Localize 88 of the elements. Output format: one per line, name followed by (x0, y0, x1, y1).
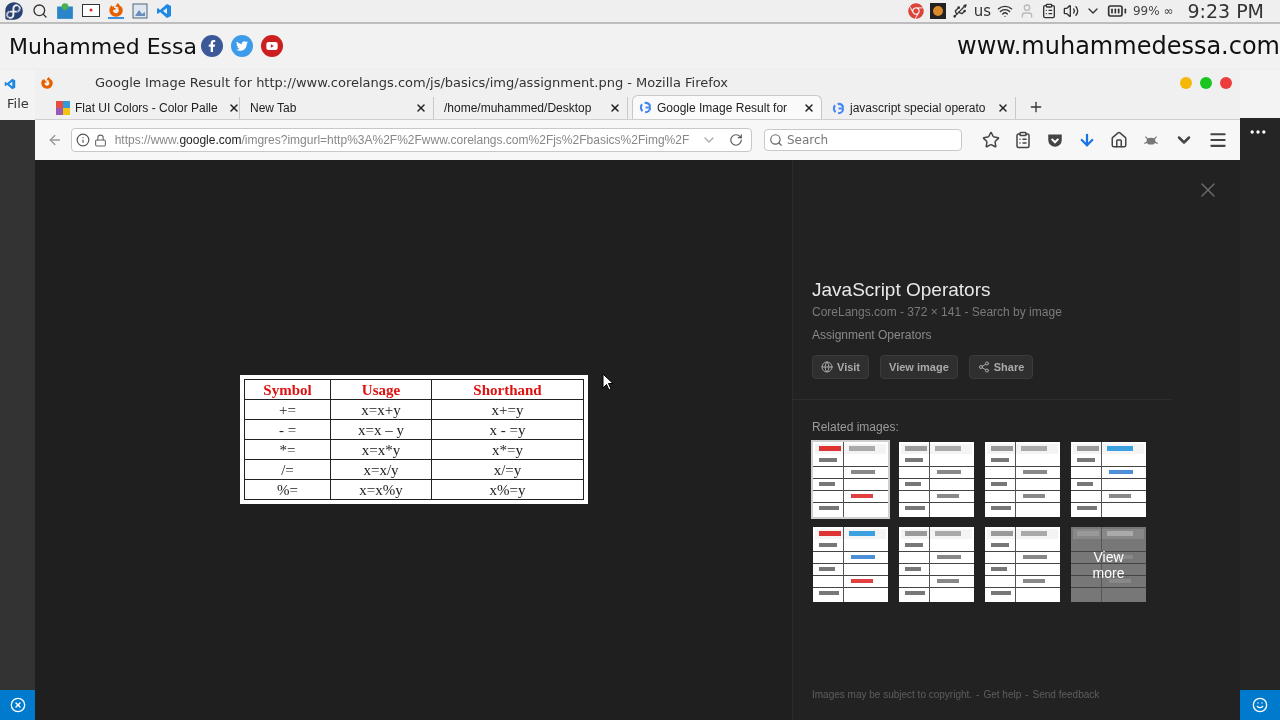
cursor-icon (602, 373, 614, 391)
image-title: JavaScript Operators (812, 278, 992, 302)
google-icon (639, 101, 652, 114)
window-title: Google Image Result for http://www.corelangs.com/js/basics/img/assignment.png - Mozilla Firefox (95, 73, 729, 92)
close-icon[interactable] (415, 102, 427, 114)
tab-label: /home/muhammed/Desktop (444, 100, 592, 117)
column-header: Usage (330, 379, 432, 400)
table-cell: x+=y (431, 399, 584, 420)
image-viewer-icon[interactable] (132, 3, 148, 19)
clipboard-icon[interactable] (1040, 3, 1057, 19)
reading-list-icon[interactable] (1014, 131, 1032, 149)
facebook-icon[interactable] (201, 35, 223, 57)
volume-icon[interactable] (1062, 3, 1079, 19)
close-button[interactable] (1220, 76, 1232, 89)
separator: - (976, 688, 980, 702)
browser-tab[interactable]: Google Image Result for (632, 95, 822, 119)
firefox-icon (41, 76, 53, 89)
keyboard-layout[interactable]: us (973, 0, 991, 23)
table-cell: x=x+y (330, 399, 432, 420)
code-editor-icon[interactable] (156, 3, 172, 19)
youtube-icon[interactable] (261, 35, 283, 57)
related-label: Related images: (812, 419, 900, 436)
tab-label: Flat UI Colors - Color Palle (75, 100, 218, 117)
google-icon (832, 101, 845, 115)
table-cell: x=x*y (330, 439, 432, 460)
feedback-icon[interactable] (1252, 697, 1268, 713)
author-name: Muhammed Essa (9, 32, 197, 61)
close-icon[interactable] (803, 101, 815, 114)
website-address: www.muhammedessa.com (957, 31, 1280, 62)
download-icon[interactable] (1078, 131, 1096, 149)
view-more-label: View more (1091, 548, 1126, 581)
twitter-icon[interactable] (231, 35, 253, 57)
search-field[interactable]: Search (764, 129, 962, 151)
search-icon (769, 133, 783, 147)
table-cell: x*=y (431, 439, 584, 460)
table-cell: x=x/y (330, 459, 432, 480)
error-icon[interactable] (9, 697, 26, 713)
result-image[interactable]: Symbol Usage Shorthand += x=x+y x+=y - = x=x – y x - =y *= x=x*y x*=y /= x=x/y x/=y %= x=x%y x%=y (240, 375, 588, 504)
firefox-icon[interactable] (108, 3, 124, 19)
table-cell: x=x – y (330, 419, 432, 440)
tab-label: Google Image Result for (657, 99, 788, 117)
chrome-icon[interactable] (907, 3, 924, 19)
column-header: Shorthand (431, 379, 584, 400)
pocket-icon[interactable] (1046, 131, 1064, 149)
column-header: Symbol (244, 379, 331, 400)
reload-icon[interactable] (729, 133, 743, 147)
table-cell: - = (244, 419, 331, 440)
table-cell: x=x%y (330, 479, 432, 500)
image-caption: Assignment Operators (812, 327, 933, 344)
table-cell: /= (244, 459, 331, 480)
table-cell: *= (244, 439, 331, 460)
action-button[interactable]: Visit (812, 355, 870, 379)
app-icon[interactable] (929, 3, 946, 19)
close-icon[interactable] (227, 102, 240, 114)
table-cell: x - =y (431, 419, 584, 440)
tab-label: javascript special operato (850, 100, 986, 117)
close-icon[interactable] (609, 102, 621, 114)
wifi-icon[interactable] (996, 3, 1013, 19)
menu-icon[interactable] (1208, 130, 1228, 150)
search-input[interactable]: Search (787, 131, 957, 149)
tab-label: New Tab (250, 100, 297, 117)
palette-icon (56, 101, 70, 115)
bookmark-icon[interactable] (982, 131, 1000, 149)
url-text: https://www.google.com/imgres?imgurl=http%3A%2F%2Fwww.corelangs.com%2Fjs%2Fbasics%2Fimg%2F (114, 132, 690, 149)
share-icon (977, 361, 990, 373)
separator: - (1025, 688, 1029, 702)
search-icon[interactable] (32, 3, 48, 19)
action-button[interactable]: Share (968, 355, 1034, 379)
usb-icon[interactable] (951, 3, 968, 19)
url-field[interactable]: https://www.google.com/imgres?imgurl=http%3A%2F%2Fwww.corelangs.com%2Fjs%2Fbasics%2Fimg%2F (70, 128, 752, 152)
monitor-icon[interactable] (82, 4, 100, 18)
globe-icon (821, 361, 833, 373)
table-cell: %= (244, 479, 331, 500)
table-cell: x/=y (431, 459, 584, 480)
info-icon[interactable] (75, 133, 90, 147)
new-tab-icon[interactable] (1028, 99, 1044, 115)
battery-level: 99% ∞ (1132, 3, 1174, 20)
table-cell: += (244, 399, 331, 420)
code-editor-icon (4, 78, 16, 90)
fedora-icon[interactable] (4, 1, 24, 21)
table-cell: x%=y (431, 479, 584, 500)
home-icon[interactable] (1110, 131, 1128, 149)
clock[interactable]: 9:23 PM (1187, 0, 1264, 26)
folder-icon[interactable] (56, 2, 74, 20)
image-meta: CoreLangs.com - 372 × 141 - Search by image (812, 304, 1063, 321)
action-button[interactable]: View image (880, 355, 958, 379)
close-icon[interactable] (997, 102, 1009, 114)
related-image[interactable]: View more (1069, 525, 1148, 604)
